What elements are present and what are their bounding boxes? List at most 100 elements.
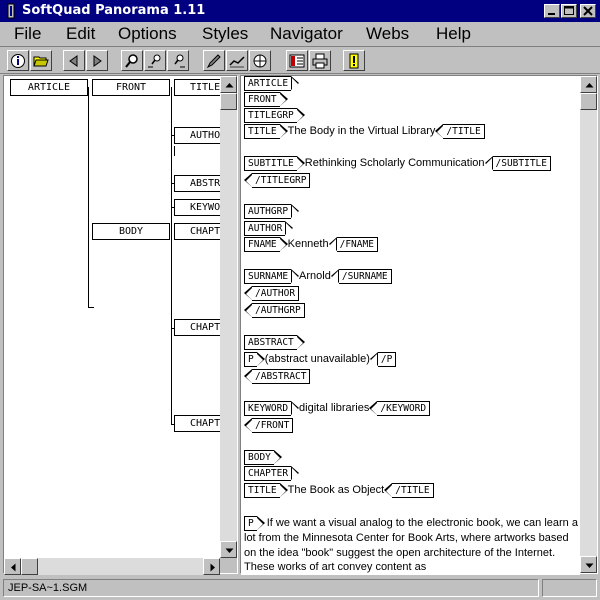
open-button[interactable]: [30, 50, 52, 71]
sgml-close-tag[interactable]: /TITLEGRP: [243, 173, 311, 188]
sgml-open-tag[interactable]: SURNAME: [244, 269, 300, 284]
tree-view[interactable]: ARTICLE FRONT TITLE AUTHO ABSTR KEYWO BO…: [4, 76, 223, 558]
scroll-up-button[interactable]: [220, 76, 237, 93]
doc-line: FNAME Kenneth/FNAME: [244, 237, 378, 252]
element-text: Arnold: [299, 270, 331, 282]
doc-line: SURNAME Arnold/SURNAME: [244, 269, 392, 284]
menu-edit[interactable]: Edit: [66, 24, 95, 44]
tree-node-abstract[interactable]: ABSTR: [174, 175, 223, 192]
doc-line: AUTHGRP: [244, 204, 300, 219]
element-text: The Body in the Virtual Library: [287, 125, 436, 137]
tree-node-authgrp[interactable]: AUTHO: [174, 127, 223, 144]
doc-line: FRONT: [244, 92, 288, 107]
scroll-right-button[interactable]: [203, 558, 220, 575]
doc-line: /ABSTRACT: [243, 369, 311, 384]
tree-connector: [88, 87, 89, 307]
scroll-thumb[interactable]: [580, 93, 597, 110]
search-next-button[interactable]: [144, 50, 166, 71]
doc-line: P (abstract unavailable)/P: [244, 352, 397, 367]
status-filename: JEP-SA~1.SGM: [3, 579, 539, 597]
sgml-open-tag[interactable]: P: [244, 352, 265, 367]
sgml-close-tag[interactable]: /TITLE: [384, 483, 434, 498]
menu-file[interactable]: File: [14, 24, 41, 44]
doc-line: /FRONT: [243, 418, 294, 433]
menu-help[interactable]: Help: [436, 24, 471, 44]
navigator-button[interactable]: [286, 50, 308, 71]
doc-line: CHAPTER: [244, 466, 300, 481]
maximize-button[interactable]: [561, 4, 577, 18]
sgml-open-tag[interactable]: BODY: [244, 450, 282, 465]
print-button[interactable]: [309, 50, 331, 71]
sgml-open-tag[interactable]: FNAME: [244, 237, 288, 252]
toolbar: [0, 46, 600, 74]
scroll-thumb[interactable]: [21, 558, 38, 575]
doc-line: TITLE The Body in the Virtual Library/TIT…: [244, 124, 485, 139]
sgml-open-tag[interactable]: P: [244, 516, 265, 531]
scroll-left-button[interactable]: [4, 558, 21, 575]
sgml-close-tag[interactable]: /SUBTITLE: [484, 156, 551, 171]
sgml-open-tag[interactable]: TITLEGRP: [244, 108, 305, 123]
sgml-close-tag[interactable]: /FRONT: [243, 418, 294, 433]
scroll-down-button[interactable]: [580, 556, 597, 573]
doc-line: KEYWORD digital libraries/KEYWORD: [244, 401, 431, 416]
tree-connector: [88, 307, 94, 308]
info-button[interactable]: [7, 50, 29, 71]
search-button[interactable]: [121, 50, 143, 71]
back-button[interactable]: [63, 50, 85, 71]
sgml-close-tag[interactable]: /AUTHGRP: [244, 303, 305, 318]
element-text: digital libraries: [299, 402, 370, 414]
tree-node-front[interactable]: FRONT: [92, 79, 170, 96]
tree-connector: [174, 146, 175, 156]
tree-node-body[interactable]: BODY: [92, 223, 170, 240]
sgml-close-tag[interactable]: /KEYWORD: [369, 401, 431, 416]
tree-node-chapter[interactable]: CHAPT: [174, 319, 223, 336]
forward-button[interactable]: [86, 50, 108, 71]
sgml-open-tag[interactable]: AUTHGRP: [244, 204, 300, 219]
sgml-close-tag[interactable]: /AUTHOR: [243, 286, 300, 301]
sgml-close-tag[interactable]: /FNAME: [328, 237, 378, 252]
scroll-thumb[interactable]: [220, 93, 237, 110]
tree-vertical-scrollbar[interactable]: [220, 76, 237, 558]
web-button[interactable]: [249, 50, 271, 71]
scroll-down-button[interactable]: [220, 541, 237, 558]
doc-line: AUTHOR: [244, 221, 294, 236]
scroll-up-button[interactable]: [580, 76, 597, 93]
tree-node-titlegrp[interactable]: TITLE: [174, 79, 223, 96]
tree-node-chapter[interactable]: CHAPT: [174, 415, 223, 432]
sgml-open-tag[interactable]: ARTICLE: [244, 76, 300, 91]
sgml-open-tag[interactable]: TITLE: [244, 483, 288, 498]
bookmark-button[interactable]: [203, 50, 225, 71]
app-icon[interactable]: [3, 3, 19, 19]
document-vertical-scrollbar[interactable]: [580, 76, 597, 573]
menu-options[interactable]: Options: [118, 24, 177, 44]
minimize-button[interactable]: [544, 4, 560, 18]
sgml-open-tag[interactable]: ABSTRACT: [244, 335, 305, 350]
sgml-open-tag[interactable]: CHAPTER: [244, 466, 300, 481]
tree-horizontal-scrollbar[interactable]: [4, 558, 220, 575]
menu-webs[interactable]: Webs: [366, 24, 409, 44]
tree-node-keyword[interactable]: KEYWO: [174, 199, 223, 216]
sgml-open-tag[interactable]: KEYWORD: [244, 401, 300, 416]
close-button[interactable]: [580, 4, 596, 18]
tree-node-chapter[interactable]: CHAPT: [174, 223, 223, 240]
sgml-close-tag[interactable]: /ABSTRACT: [243, 369, 311, 384]
sgml-close-tag[interactable]: /TITLE: [435, 124, 485, 139]
alert-button[interactable]: [343, 50, 365, 71]
sgml-open-tag[interactable]: FRONT: [244, 92, 288, 107]
menu-styles[interactable]: Styles: [202, 24, 248, 44]
status-panel: [542, 579, 597, 597]
document-view[interactable]: ARTICLE FRONT TITLEGRP TITLE The Body in …: [241, 76, 580, 575]
sgml-close-tag[interactable]: /P: [369, 352, 397, 367]
menu-navigator[interactable]: Navigator: [270, 24, 343, 44]
doc-line: ARTICLE: [244, 76, 300, 91]
search-prev-button[interactable]: [167, 50, 189, 71]
sgml-close-tag[interactable]: /SURNAME: [330, 269, 392, 284]
sgml-open-tag[interactable]: TITLE: [244, 124, 288, 139]
doc-line: BODY: [244, 450, 282, 465]
annotate-button[interactable]: [226, 50, 248, 71]
doc-line: /AUTHGRP: [244, 303, 305, 318]
tree-node-article[interactable]: ARTICLE: [10, 79, 88, 96]
sgml-open-tag[interactable]: SUBTITLE: [244, 156, 305, 171]
sgml-open-tag[interactable]: AUTHOR: [244, 221, 294, 236]
document-pane: ARTICLE FRONT TITLEGRP TITLE The Body in …: [240, 75, 598, 575]
